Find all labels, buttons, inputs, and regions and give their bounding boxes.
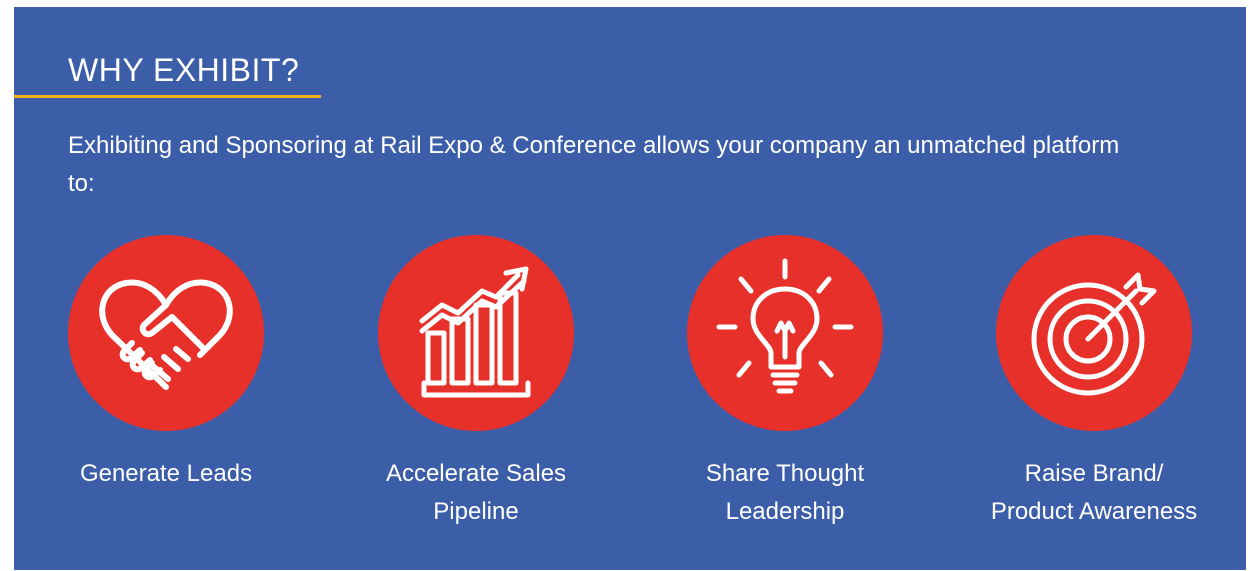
- benefit-label-line2: Product Awareness: [990, 498, 1198, 525]
- growth-chart-icon: [419, 266, 531, 398]
- benefit-label-line1: Accelerate Sales: [385, 460, 567, 487]
- target-arrow-icon: [1031, 272, 1157, 396]
- benefit-accelerate-sales-circle: [378, 235, 574, 431]
- benefit-label: Accelerate Sales Pipeline: [346, 455, 606, 531]
- benefit-label: Generate Leads: [36, 455, 296, 493]
- benefit-label: Share Thought Leadership: [655, 455, 915, 531]
- section-heading: WHY EXHIBIT?: [68, 52, 300, 88]
- why-exhibit-panel: WHY EXHIBIT? Exhibiting and Sponsoring a…: [14, 7, 1246, 570]
- benefit-label-line2: Pipeline: [433, 498, 519, 525]
- heading-underline: [14, 95, 321, 98]
- benefit-label-line2: Leadership: [725, 498, 845, 525]
- benefit-generate-leads-circle: [68, 235, 264, 431]
- lightbulb-icon: [716, 258, 854, 394]
- benefit-label-line1: Share Thought: [705, 460, 865, 487]
- benefit-brand-awareness-circle: [996, 235, 1192, 431]
- intro-text: Exhibiting and Sponsoring at Rail Expo &…: [68, 132, 1120, 197]
- benefit-label-line1: Raise Brand/: [1024, 460, 1164, 487]
- benefit-label-line1: Generate Leads: [79, 460, 253, 487]
- handshake-heart-icon: [99, 279, 233, 390]
- benefit-label: Raise Brand/ Product Awareness: [964, 455, 1224, 531]
- benefit-thought-leadership-circle: [687, 235, 883, 431]
